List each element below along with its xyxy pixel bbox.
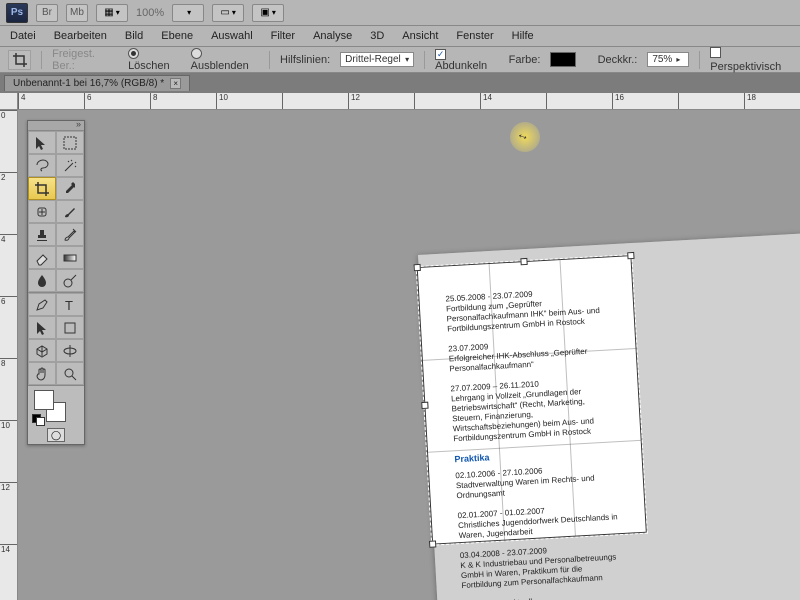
label-deckkr: Deckkr.: (598, 54, 638, 66)
toolbox-panel[interactable]: T ◯ (27, 120, 85, 445)
crop-selection[interactable]: 25.05.2008 - 23.07.2009Fortbildung zum „… (417, 255, 647, 545)
brush-tool[interactable] (56, 200, 84, 223)
app-logo: Ps (6, 3, 28, 23)
crop-handle-ne[interactable] (627, 252, 634, 259)
zoom-level: 100% (136, 7, 164, 19)
zoom-dropdown[interactable] (172, 4, 204, 22)
checkbox-abdunkeln[interactable]: ✓Abdunkeln (435, 48, 499, 72)
label-farbe: Farbe: (509, 54, 541, 66)
stamp-tool[interactable] (28, 223, 56, 246)
path-select-tool[interactable] (28, 316, 56, 339)
ruler-vertical[interactable]: 02468101214 (0, 110, 18, 600)
hand-tool[interactable] (28, 362, 56, 385)
magic-wand-tool[interactable] (56, 154, 84, 177)
menu-datei[interactable]: Datei (10, 30, 36, 42)
lasso-tool[interactable] (28, 154, 56, 177)
marquee-tool[interactable] (56, 131, 84, 154)
menu-fenster[interactable]: Fenster (456, 30, 493, 42)
crop-tool[interactable] (28, 177, 56, 200)
ruler-horizontal[interactable]: 4681012141618 (18, 93, 800, 110)
app-titlebar: Ps Br Mb ▦ 100% ▭ ▣ (0, 0, 800, 26)
history-brush-tool[interactable] (56, 223, 84, 246)
checkbox-perspektivisch[interactable]: Perspektivisch (710, 47, 792, 73)
dodge-tool[interactable] (56, 269, 84, 292)
eyedropper-tool[interactable] (56, 177, 84, 200)
shape-tool[interactable] (56, 316, 84, 339)
menu-3d[interactable]: 3D (370, 30, 384, 42)
crop-handle-sw[interactable] (429, 540, 436, 547)
menu-bild[interactable]: Bild (125, 30, 143, 42)
crop-tool-icon (8, 50, 31, 70)
opacity-input[interactable]: 75% (647, 52, 689, 67)
guides-dropdown[interactable]: Drittel-Regel (340, 52, 414, 67)
screenmode-dropdown[interactable]: ▣ (252, 4, 284, 22)
label-freistellen: Freigest. Ber.: (52, 48, 118, 72)
type-tool[interactable]: T (56, 293, 84, 316)
tool-options-bar: Freigest. Ber.: Löschen Ausblenden Hilfs… (0, 47, 800, 73)
close-tab-icon[interactable]: × (170, 78, 181, 89)
menu-hilfe[interactable]: Hilfe (512, 30, 534, 42)
menu-auswahl[interactable]: Auswahl (211, 30, 253, 42)
color-swatches[interactable] (28, 386, 84, 426)
minibridge-icon[interactable]: Mb (66, 4, 88, 22)
document-page[interactable]: 25.05.2008 - 23.07.2009Fortbildung zum „… (418, 223, 800, 600)
label-hilfslinien: Hilfslinien: (280, 54, 330, 66)
document-tab-bar: Unbenannt-1 bei 16,7% (RGB/8) * × (0, 73, 800, 93)
pen-tool[interactable] (28, 293, 56, 316)
move-tool[interactable] (28, 131, 56, 154)
menu-analyse[interactable]: Analyse (313, 30, 352, 42)
3d-camera-tool[interactable] (56, 339, 84, 362)
crop-handle-w[interactable] (421, 402, 428, 409)
view-extras-dropdown[interactable]: ▦ (96, 4, 128, 22)
gradient-tool[interactable] (56, 246, 84, 269)
main-menu: Datei Bearbeiten Bild Ebene Auswahl Filt… (0, 26, 800, 47)
ruler-origin[interactable] (0, 93, 18, 110)
menu-filter[interactable]: Filter (271, 30, 295, 42)
svg-text:T: T (65, 298, 73, 313)
zoom-tool[interactable] (56, 362, 84, 385)
radio-loeschen[interactable]: Löschen (128, 48, 181, 72)
arrange-dropdown[interactable]: ▭ (212, 4, 244, 22)
default-colors-icon[interactable] (32, 414, 46, 424)
canvas[interactable]: 25.05.2008 - 23.07.2009Fortbildung zum „… (18, 110, 800, 600)
crop-handle-nw[interactable] (414, 264, 421, 271)
bridge-icon[interactable]: Br (36, 4, 58, 22)
quickmask-toggle[interactable]: ◯ (28, 426, 84, 444)
shield-color-swatch[interactable] (550, 52, 575, 67)
blur-tool[interactable] (28, 269, 56, 292)
menu-ansicht[interactable]: Ansicht (402, 30, 438, 42)
foreground-color[interactable] (34, 390, 54, 410)
menu-bearbeiten[interactable]: Bearbeiten (54, 30, 107, 42)
document-text: 25.05.2008 - 23.07.2009Fortbildung zum „… (418, 256, 660, 600)
eraser-tool[interactable] (28, 246, 56, 269)
menu-ebene[interactable]: Ebene (161, 30, 193, 42)
healing-tool[interactable] (28, 200, 56, 223)
3d-tool[interactable] (28, 339, 56, 362)
crop-handle-n[interactable] (520, 258, 527, 265)
toolbox-header[interactable] (28, 121, 84, 131)
document-tab[interactable]: Unbenannt-1 bei 16,7% (RGB/8) * × (4, 75, 190, 91)
document-tab-label: Unbenannt-1 bei 16,7% (RGB/8) * (13, 78, 164, 89)
radio-ausblenden[interactable]: Ausblenden (191, 48, 259, 72)
